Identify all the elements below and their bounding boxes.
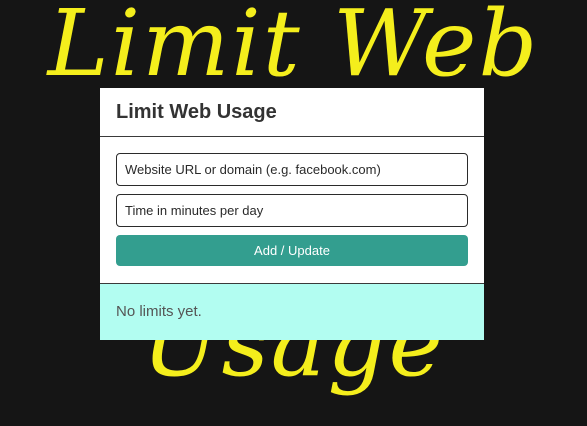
limits-list: No limits yet. [100, 283, 484, 340]
minutes-per-day-input[interactable] [116, 194, 468, 227]
add-update-button[interactable]: Add / Update [116, 235, 468, 266]
popup-header: Limit Web Usage [100, 88, 484, 137]
popup-title: Limit Web Usage [116, 101, 277, 123]
add-limit-form: Add / Update [100, 137, 484, 283]
background-title-line-1: Limit Web [47, 0, 540, 97]
website-url-input[interactable] [116, 153, 468, 186]
empty-limits-message: No limits yet. [116, 303, 202, 320]
limit-web-usage-popup: Limit Web Usage Add / Update No limits y… [100, 88, 484, 340]
